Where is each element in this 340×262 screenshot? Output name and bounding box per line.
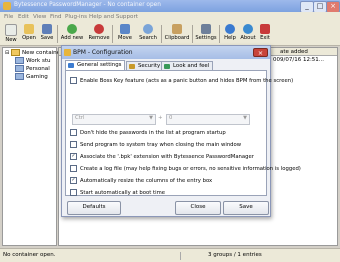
defaults-button[interactable]: Defaults <box>67 201 121 215</box>
new-document-icon <box>5 24 17 36</box>
look-and-feel-icon <box>164 64 170 69</box>
folder-icon <box>15 57 24 64</box>
checkbox-checked[interactable]: ✓ <box>70 153 77 160</box>
dialog-title: BPM - Configuration <box>73 49 133 56</box>
menu-plugins[interactable]: Plug-ins <box>65 14 87 20</box>
exit-icon <box>260 24 270 34</box>
plus-sign: + <box>158 115 163 121</box>
option-create-log[interactable]: Create a log file (may help fixing bugs … <box>70 165 301 172</box>
open-button[interactable]: Open <box>21 24 37 45</box>
tree-root[interactable]: ⊟ New container <box>5 49 62 56</box>
collapse-icon: ⊟ <box>5 50 10 56</box>
menu-bar: File Edit View Find Plug-ins Help and Su… <box>0 12 340 22</box>
help-button[interactable]: Help <box>222 24 238 45</box>
chevron-down-icon: ▼ <box>149 115 153 121</box>
toolbar-separator <box>219 25 220 43</box>
remove-icon <box>94 24 104 34</box>
new-button[interactable]: New <box>3 24 19 45</box>
boss-key-modifier-select[interactable]: Ctrl ▼ <box>72 114 156 125</box>
chevron-down-icon: ▼ <box>243 115 247 121</box>
column-header-date-added[interactable]: ate added <box>280 49 308 55</box>
dialog-close-button[interactable]: × <box>253 48 268 57</box>
status-divider <box>180 252 181 260</box>
move-icon <box>120 24 130 34</box>
open-folder-icon <box>24 24 34 34</box>
menu-edit[interactable]: Edit <box>18 14 29 20</box>
close-dialog-button[interactable]: Close <box>175 201 221 215</box>
add-new-button[interactable]: Add new <box>59 24 85 45</box>
checkbox[interactable] <box>70 165 77 172</box>
tree-item-gaming[interactable]: Gaming <box>15 73 48 80</box>
status-text: No container open. <box>3 252 56 258</box>
menu-view[interactable]: View <box>33 14 46 20</box>
toolbar: New Open Save Add new Remove Move Search… <box>0 22 340 46</box>
clipboard-button[interactable]: Clipboard <box>164 24 190 45</box>
option-associate-bpk[interactable]: ✓ Associate the '.bpk' extension with Byt… <box>70 153 254 160</box>
checkbox[interactable] <box>70 77 77 84</box>
checkbox[interactable] <box>70 141 77 148</box>
app-icon <box>64 49 71 56</box>
exit-button[interactable]: Exit <box>258 24 272 45</box>
save-settings-button[interactable]: Save <box>223 201 269 215</box>
remove-button[interactable]: Remove <box>88 24 110 45</box>
move-button[interactable]: Move <box>115 24 135 45</box>
clipboard-icon <box>172 24 182 34</box>
toolbar-separator <box>161 25 162 43</box>
menu-help-and-support[interactable]: Help and Support <box>89 14 138 20</box>
settings-icon <box>201 24 211 34</box>
title-bar: Bytessence PasswordManager - No containe… <box>0 0 340 13</box>
tree-item-personal[interactable]: Personal <box>15 65 50 72</box>
toolbar-separator <box>57 25 58 43</box>
app-icon <box>3 2 11 10</box>
search-icon <box>143 24 153 34</box>
tree-item-work[interactable]: Work stu <box>15 57 51 64</box>
dialog-title-bar: BPM - Configuration <box>62 46 270 59</box>
status-bar: No container open. 3 groups / 1 entries <box>0 248 340 262</box>
list-item[interactable]: 009/07/16 12:51... <box>273 57 324 63</box>
checkbox[interactable] <box>70 189 77 196</box>
save-disk-icon <box>42 24 52 34</box>
folder-icon <box>15 73 24 80</box>
save-button[interactable]: Save <box>39 24 55 45</box>
menu-find[interactable]: Find <box>50 14 61 20</box>
security-icon <box>129 64 135 69</box>
settings-button[interactable]: Settings <box>195 24 217 45</box>
add-icon <box>67 24 77 34</box>
menu-file[interactable]: File <box>4 14 13 20</box>
general-settings-panel: Enable Boss Key feature (acts as a panic… <box>65 70 301 196</box>
configuration-dialog: BPM - Configuration × General settings S… <box>61 45 301 217</box>
help-icon <box>225 24 235 34</box>
folder-icon <box>10 49 20 56</box>
option-boss-key[interactable]: Enable Boss Key feature (acts as a panic… <box>70 77 293 84</box>
option-start-at-boot[interactable]: Start automatically at boot time <box>70 189 165 196</box>
container-tree: ⊟ New container Work stu Personal Gaming <box>2 47 62 246</box>
general-settings-icon <box>68 63 74 68</box>
entry-date-added: 009/07/16 12:51... <box>273 57 325 63</box>
toolbar-separator <box>112 25 113 43</box>
window-title: Bytessence PasswordManager - No containe… <box>14 2 161 8</box>
boss-key-key-select[interactable]: 0 ▼ <box>166 114 250 125</box>
status-counts: 3 groups / 1 entries <box>208 252 262 258</box>
toolbar-separator <box>192 25 193 43</box>
checkbox-checked[interactable]: ✓ <box>70 177 77 184</box>
option-send-to-tray[interactable]: Send program to system tray when closing… <box>70 141 241 148</box>
search-button[interactable]: Search <box>138 24 158 45</box>
option-autoresize-columns[interactable]: ✓ Automatically resize the columns of the… <box>70 177 212 184</box>
about-button[interactable]: About <box>239 24 257 45</box>
folder-icon <box>15 65 24 72</box>
option-dont-hide-passwords[interactable]: Don't hide the passwords in the list at … <box>70 129 226 136</box>
checkbox[interactable] <box>70 129 77 136</box>
about-icon <box>243 24 253 34</box>
